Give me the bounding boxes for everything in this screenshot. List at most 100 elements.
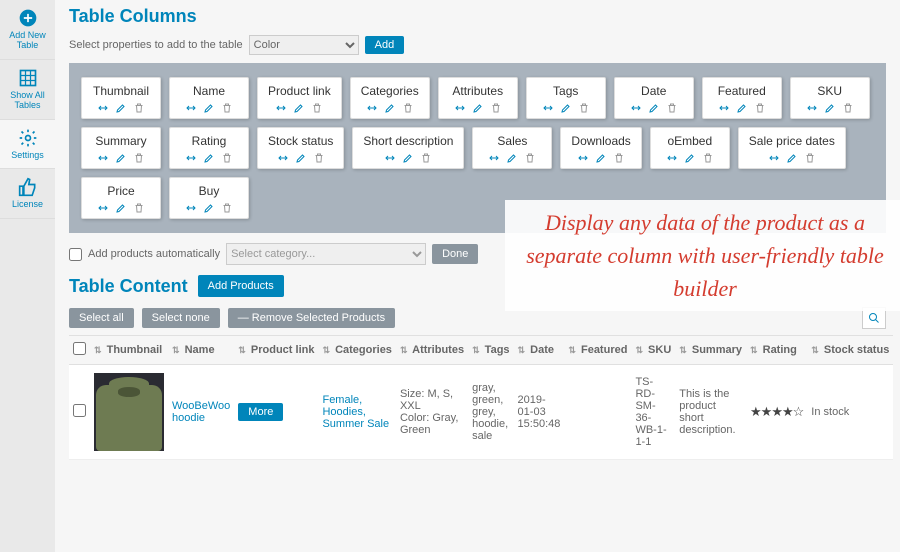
done-button[interactable]: Done <box>432 244 478 264</box>
sidebar-item-settings[interactable]: Settings <box>0 120 55 170</box>
add-property-button[interactable]: Add <box>365 36 405 54</box>
move-icon[interactable] <box>666 152 678 164</box>
trash-icon[interactable] <box>133 102 145 114</box>
edit-icon[interactable] <box>648 102 660 114</box>
edit-icon[interactable] <box>786 152 798 164</box>
thumbnail[interactable] <box>94 373 164 451</box>
move-icon[interactable] <box>366 102 378 114</box>
column-card[interactable]: SKU <box>790 77 870 119</box>
trash-icon[interactable] <box>402 102 414 114</box>
trash-icon[interactable] <box>313 152 325 164</box>
remove-selected-button[interactable]: — Remove Selected Products <box>228 308 395 328</box>
trash-icon[interactable] <box>221 152 233 164</box>
table-header[interactable]: ⇅ Categories <box>318 336 395 365</box>
add-products-button[interactable]: Add Products <box>198 275 284 297</box>
column-card[interactable]: Price <box>81 177 161 219</box>
move-icon[interactable] <box>384 152 396 164</box>
table-header[interactable]: ⇅ Rating <box>746 336 807 365</box>
table-header[interactable]: ⇅ SKU <box>631 336 675 365</box>
trash-icon[interactable] <box>666 102 678 114</box>
table-header[interactable]: ⇅ Name <box>168 336 234 365</box>
column-card[interactable]: Buy <box>169 177 249 219</box>
trash-icon[interactable] <box>804 152 816 164</box>
column-card[interactable]: Name <box>169 77 249 119</box>
select-all-checkbox[interactable] <box>73 342 86 355</box>
trash-icon[interactable] <box>420 152 432 164</box>
move-icon[interactable] <box>185 202 197 214</box>
column-card[interactable]: Categories <box>350 77 430 119</box>
column-card[interactable]: Sales <box>472 127 552 169</box>
column-card[interactable]: Featured <box>702 77 782 119</box>
move-icon[interactable] <box>630 102 642 114</box>
sidebar-item-license[interactable]: License <box>0 169 55 219</box>
edit-icon[interactable] <box>684 152 696 164</box>
trash-icon[interactable] <box>221 202 233 214</box>
search-button[interactable] <box>862 307 886 329</box>
trash-icon[interactable] <box>490 102 502 114</box>
move-icon[interactable] <box>542 102 554 114</box>
edit-icon[interactable] <box>472 102 484 114</box>
move-icon[interactable] <box>454 102 466 114</box>
table-header[interactable]: ⇅ Date <box>514 336 565 365</box>
select-all-button[interactable]: Select all <box>69 308 134 328</box>
trash-icon[interactable] <box>754 102 766 114</box>
column-card[interactable]: Rating <box>169 127 249 169</box>
table-header[interactable]: ⇅ Thumbnail <box>90 336 168 365</box>
column-card[interactable]: Tags <box>526 77 606 119</box>
edit-icon[interactable] <box>293 102 305 114</box>
edit-icon[interactable] <box>560 102 572 114</box>
product-name-link[interactable]: WooBeWoo hoodie <box>172 400 230 424</box>
edit-icon[interactable] <box>384 102 396 114</box>
column-card[interactable]: Stock status <box>257 127 344 169</box>
trash-icon[interactable] <box>311 102 323 114</box>
edit-icon[interactable] <box>115 102 127 114</box>
column-card[interactable]: oEmbed <box>650 127 730 169</box>
move-icon[interactable] <box>97 202 109 214</box>
column-card[interactable]: Downloads <box>560 127 641 169</box>
move-icon[interactable] <box>718 102 730 114</box>
sidebar-item-add-new[interactable]: Add New Table <box>0 0 55 60</box>
edit-icon[interactable] <box>736 102 748 114</box>
edit-icon[interactable] <box>295 152 307 164</box>
table-header[interactable]: ⇅ Stock status <box>807 336 893 365</box>
edit-icon[interactable] <box>506 152 518 164</box>
props-dropdown[interactable]: Color <box>249 35 359 55</box>
column-card[interactable]: Date <box>614 77 694 119</box>
row-checkbox[interactable] <box>73 404 86 417</box>
column-card[interactable]: Summary <box>81 127 161 169</box>
move-icon[interactable] <box>97 152 109 164</box>
column-card[interactable]: Short description <box>352 127 464 169</box>
trash-icon[interactable] <box>133 152 145 164</box>
edit-icon[interactable] <box>203 152 215 164</box>
table-header[interactable]: ⇅ Attributes <box>396 336 468 365</box>
edit-icon[interactable] <box>824 102 836 114</box>
move-icon[interactable] <box>97 102 109 114</box>
move-icon[interactable] <box>277 152 289 164</box>
table-header[interactable]: ⇅ Featured <box>564 336 631 365</box>
column-card[interactable]: Sale price dates <box>738 127 846 169</box>
move-icon[interactable] <box>806 102 818 114</box>
edit-icon[interactable] <box>595 152 607 164</box>
trash-icon[interactable] <box>133 202 145 214</box>
product-link-more[interactable]: More <box>238 403 283 421</box>
move-icon[interactable] <box>768 152 780 164</box>
move-icon[interactable] <box>488 152 500 164</box>
edit-icon[interactable] <box>402 152 414 164</box>
move-icon[interactable] <box>185 152 197 164</box>
trash-icon[interactable] <box>702 152 714 164</box>
column-card[interactable]: Thumbnail <box>81 77 161 119</box>
table-header[interactable]: ⇅ Tags <box>468 336 513 365</box>
move-icon[interactable] <box>275 102 287 114</box>
move-icon[interactable] <box>577 152 589 164</box>
move-icon[interactable] <box>185 102 197 114</box>
categories-links[interactable]: Female, Hoodies, Summer Sale <box>322 394 389 430</box>
column-card[interactable]: Attributes <box>438 77 518 119</box>
trash-icon[interactable] <box>613 152 625 164</box>
trash-icon[interactable] <box>578 102 590 114</box>
trash-icon[interactable] <box>221 102 233 114</box>
trash-icon[interactable] <box>524 152 536 164</box>
auto-category-select[interactable]: Select category... <box>226 243 426 265</box>
trash-icon[interactable] <box>842 102 854 114</box>
edit-icon[interactable] <box>203 102 215 114</box>
edit-icon[interactable] <box>115 152 127 164</box>
